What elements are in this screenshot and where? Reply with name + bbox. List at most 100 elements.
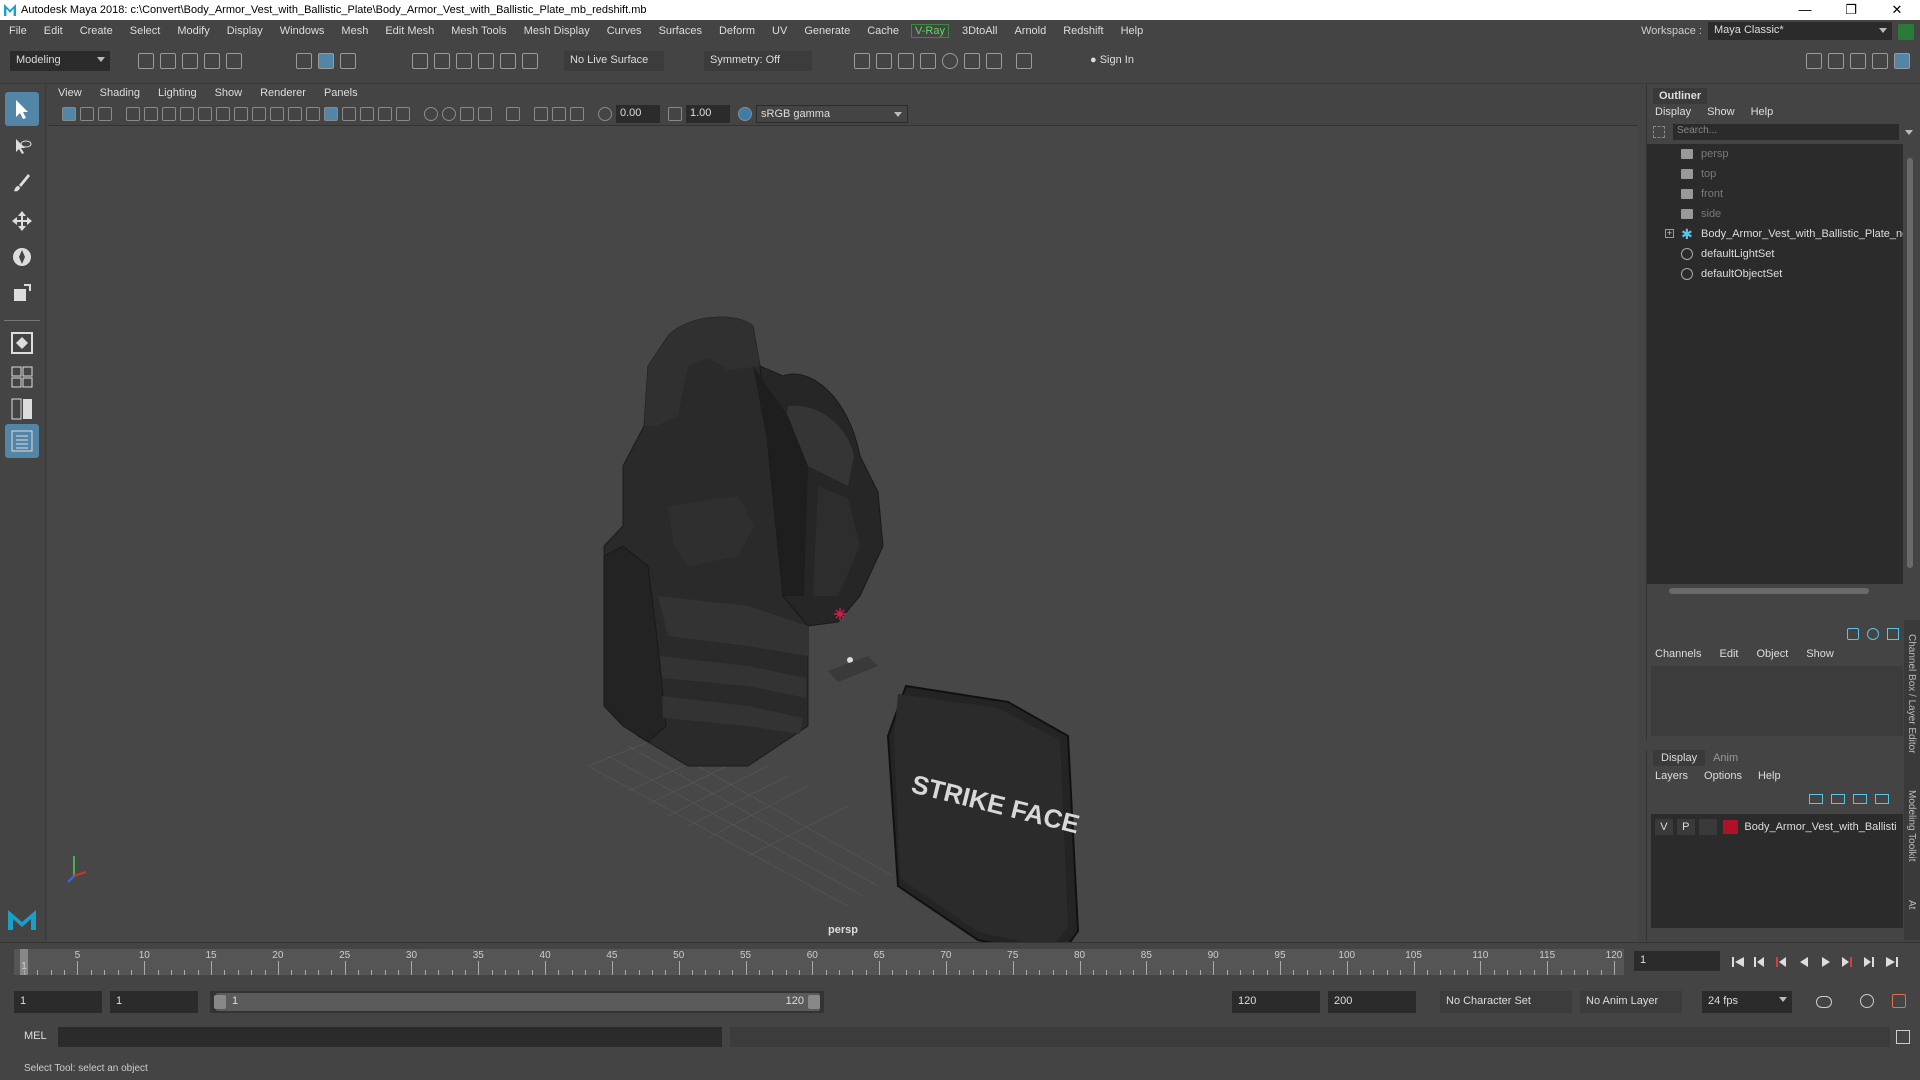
playback-end-field[interactable]: 120	[1232, 991, 1320, 1013]
channel-box-icon[interactable]	[1872, 53, 1888, 69]
textured-icon[interactable]	[360, 107, 374, 121]
layer-playback-toggle[interactable]: P	[1676, 819, 1695, 835]
snap-vertex-icon[interactable]	[522, 53, 538, 69]
layer-editor-icon[interactable]	[1894, 53, 1910, 69]
command-input[interactable]	[58, 1027, 722, 1047]
save-scene-icon[interactable]	[182, 53, 198, 69]
render-setup-icon[interactable]	[964, 53, 980, 69]
screen-space-ao-icon[interactable]	[424, 107, 438, 121]
snap-grid-icon[interactable]	[412, 53, 428, 69]
channel-box-menu-show[interactable]: Show	[1806, 648, 1834, 660]
exposure-icon[interactable]	[598, 107, 612, 121]
channel-box-menu-object[interactable]: Object	[1756, 648, 1788, 660]
channel-box-menu-channels[interactable]: Channels	[1655, 648, 1701, 660]
attribute-editor-icon[interactable]	[1828, 53, 1844, 69]
outliner-row-front[interactable]: front	[1647, 184, 1903, 204]
current-frame-field[interactable]: 1	[1634, 951, 1720, 971]
chevron-down-icon[interactable]	[1905, 130, 1913, 135]
layer-menu-options[interactable]: Options	[1704, 770, 1742, 782]
start-time-field[interactable]: 1	[14, 991, 102, 1013]
smooth-shade-icon[interactable]	[324, 107, 338, 121]
symmetry-dropdown[interactable]: Symmetry: Off	[704, 51, 812, 71]
shadows-icon[interactable]	[396, 107, 410, 121]
viewport-menu-show[interactable]: Show	[205, 87, 251, 99]
menu-edit[interactable]: Edit	[35, 25, 71, 37]
layer-menu-help[interactable]: Help	[1758, 770, 1781, 782]
tab-display[interactable]: Display	[1653, 750, 1706, 766]
move-layer-up-icon[interactable]	[1809, 794, 1823, 804]
rotate-tool-button[interactable]	[5, 240, 39, 274]
layer-color-swatch[interactable]	[1722, 820, 1739, 834]
render-view-icon[interactable]	[854, 53, 870, 69]
outliner-layout-button[interactable]	[5, 424, 39, 458]
workspace-dropdown[interactable]: Maya Classic*	[1708, 22, 1892, 40]
menu-select[interactable]: Select	[121, 25, 169, 37]
menu-mesh-tools[interactable]: Mesh Tools	[442, 25, 514, 37]
viewport-menu-shading[interactable]: Shading	[90, 87, 148, 99]
tab-modeling-toolkit[interactable]: Modeling Toolkit	[1906, 790, 1917, 862]
menu-surfaces[interactable]: Surfaces	[650, 25, 710, 37]
snap-surface-icon[interactable]	[500, 53, 516, 69]
gate-mask-icon[interactable]	[234, 107, 248, 121]
menu-set-dropdown[interactable]: Modeling	[10, 51, 110, 71]
end-time-field[interactable]: 200	[1328, 991, 1416, 1013]
menu-edit-mesh[interactable]: Edit Mesh	[376, 25, 442, 37]
script-editor-icon[interactable]	[1896, 1030, 1910, 1044]
menu-windows[interactable]: Windows	[271, 25, 333, 37]
menu-uv[interactable]: UV	[763, 25, 795, 37]
xray-icon[interactable]	[534, 107, 548, 121]
field-chart-icon[interactable]	[252, 107, 266, 121]
film-gate-icon[interactable]	[198, 107, 212, 121]
hypershade-icon[interactable]	[942, 53, 958, 69]
menu-3dtoall[interactable]: 3DtoAll	[953, 25, 1005, 37]
move-layer-down-icon[interactable]	[1831, 794, 1845, 804]
menu-deform[interactable]: Deform	[710, 25, 763, 37]
layer-visibility-toggle[interactable]: V	[1655, 819, 1673, 835]
depth-of-field-icon[interactable]	[478, 107, 492, 121]
outliner-row-persp[interactable]: persp	[1647, 144, 1903, 164]
range-end-handle[interactable]	[808, 995, 820, 1009]
menu-display[interactable]: Display	[218, 25, 271, 37]
outliner-row-body-armor-group[interactable]: + ✱ Body_Armor_Vest_with_Ballistic_Plate…	[1647, 224, 1903, 244]
tool-settings-toggle-icon[interactable]	[1887, 628, 1899, 640]
select-by-hierarchy-icon[interactable]	[296, 53, 312, 69]
bookmark-icon[interactable]	[98, 107, 112, 121]
auto-key-icon[interactable]	[1860, 994, 1874, 1008]
render-settings-icon[interactable]	[920, 53, 936, 69]
viewport-menu-renderer[interactable]: Renderer	[250, 87, 314, 99]
layer-display-type-toggle[interactable]	[1698, 819, 1717, 835]
menu-generate[interactable]: Generate	[795, 25, 858, 37]
tool-settings-icon[interactable]	[1850, 53, 1866, 69]
fps-dropdown[interactable]: 24 fps	[1702, 991, 1792, 1013]
camera-attributes-icon[interactable]	[62, 107, 76, 121]
ipr-render-icon[interactable]	[898, 53, 914, 69]
viewport-canvas[interactable]: STRIKE FACE	[48, 126, 1638, 958]
outliner-row-top[interactable]: top	[1647, 164, 1903, 184]
multisample-aa-icon[interactable]	[460, 107, 474, 121]
channel-box-toggle-icon[interactable]	[1847, 628, 1859, 640]
menu-mesh[interactable]: Mesh	[332, 25, 376, 37]
time-slider-track[interactable]: 1 5 10 15 20 25 30 35 40 45 50 55 60 65 70 75 80 85 90 95 1…	[14, 949, 1624, 975]
grease-pencil-icon[interactable]	[162, 107, 176, 121]
menu-cache[interactable]: Cache	[858, 25, 907, 37]
channel-box-menu-edit[interactable]: Edit	[1719, 648, 1738, 660]
move-tool-button[interactable]	[5, 204, 39, 238]
viewport-menu-lighting[interactable]: Lighting	[148, 87, 205, 99]
expand-icon[interactable]: +	[1665, 229, 1674, 238]
menu-file[interactable]: File	[0, 25, 35, 37]
attribute-editor-toggle-icon[interactable]	[1867, 628, 1879, 640]
2d-pan-zoom-icon[interactable]	[144, 107, 158, 121]
backface-culling-icon[interactable]	[570, 107, 584, 121]
outliner-menu-help[interactable]: Help	[1751, 106, 1774, 118]
snap-curve-icon[interactable]	[434, 53, 450, 69]
four-view-button[interactable]	[5, 360, 39, 394]
modeling-toolkit-icon[interactable]	[1806, 53, 1822, 69]
wireframe-on-shaded-icon[interactable]	[342, 107, 356, 121]
grid-toggle-icon[interactable]	[180, 107, 194, 121]
menu-redshift[interactable]: Redshift	[1054, 25, 1111, 37]
sign-in-button[interactable]: ● Sign In	[1084, 51, 1196, 71]
character-set-dropdown[interactable]: No Character Set	[1440, 991, 1572, 1013]
redo-icon[interactable]	[226, 53, 242, 69]
loop-icon[interactable]	[1816, 996, 1832, 1008]
restore-button[interactable]: ❐	[1828, 0, 1874, 20]
